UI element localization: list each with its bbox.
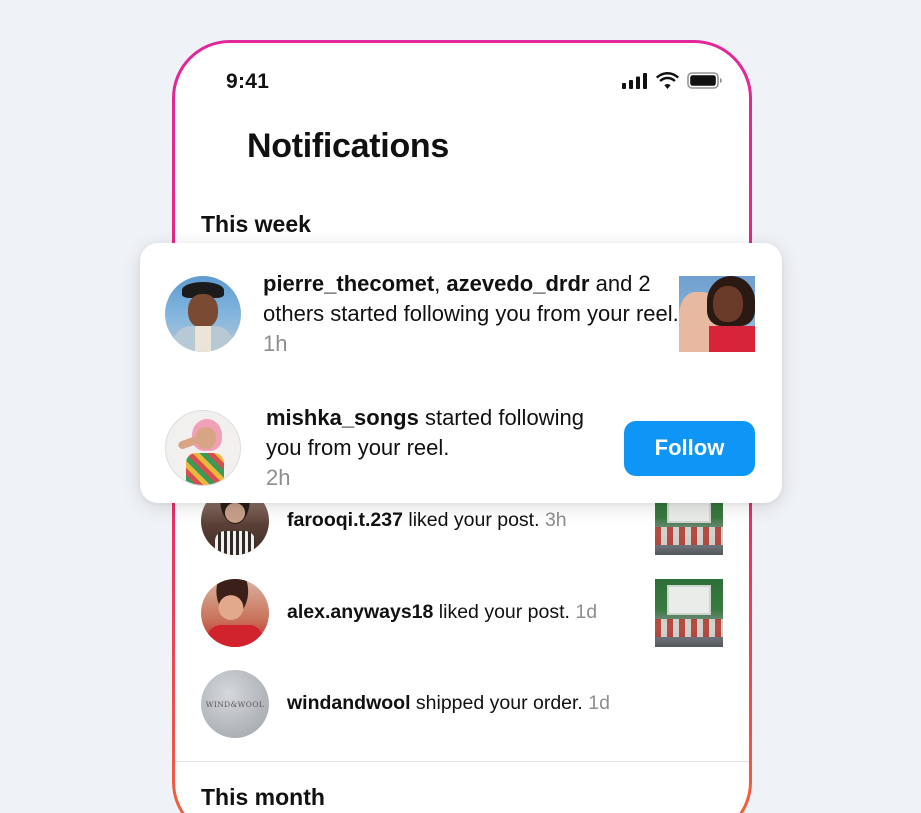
reel-thumbnail[interactable] bbox=[679, 276, 755, 352]
notification-row[interactable]: mishka_songs started following you from … bbox=[165, 403, 755, 493]
notification-text: pierre_thecomet, azevedo_drdr and 2 othe… bbox=[263, 269, 679, 359]
status-time: 9:41 bbox=[226, 70, 270, 93]
notification-message: liked your post. bbox=[433, 601, 570, 624]
notification-text: mishka_songs started following you from … bbox=[266, 403, 624, 493]
notification-row[interactable]: WIND&WOOL windandwool shipped your order… bbox=[201, 670, 723, 738]
wifi-icon bbox=[656, 72, 679, 89]
section-title-this-month: This month bbox=[201, 784, 325, 810]
username[interactable]: farooqi.t.237 bbox=[287, 509, 403, 531]
notification-message: shipped your order. bbox=[410, 692, 583, 715]
separator: , bbox=[434, 271, 447, 296]
post-thumbnail[interactable] bbox=[655, 579, 723, 647]
section-title-this-week: This week bbox=[201, 211, 311, 237]
timestamp: 3h bbox=[544, 509, 567, 532]
username[interactable]: windandwool bbox=[287, 692, 410, 714]
username[interactable]: mishka_songs bbox=[266, 405, 419, 430]
avatar[interactable] bbox=[201, 579, 269, 647]
battery-icon bbox=[687, 72, 722, 89]
avatar[interactable]: WIND&WOOL bbox=[201, 670, 269, 738]
notification-row[interactable]: pierre_thecomet, azevedo_drdr and 2 othe… bbox=[165, 269, 755, 359]
page-title: Notifications bbox=[247, 127, 449, 165]
username[interactable]: alex.anyways18 bbox=[287, 601, 433, 623]
username[interactable]: pierre_thecomet bbox=[263, 271, 434, 296]
signal-icon bbox=[622, 72, 647, 89]
status-icons bbox=[622, 72, 723, 89]
section-divider bbox=[175, 761, 749, 762]
avatar[interactable] bbox=[165, 410, 241, 486]
timestamp: 1d bbox=[575, 601, 598, 624]
notification-text: windandwool shipped your order. 1d bbox=[287, 691, 723, 716]
timestamp: 1h bbox=[263, 331, 288, 356]
timestamp: 2h bbox=[266, 465, 291, 490]
username[interactable]: azevedo_drdr bbox=[446, 271, 589, 296]
avatar-brand-text: WIND&WOOL bbox=[205, 699, 265, 709]
notification-row[interactable]: alex.anyways18 liked your post. 1d bbox=[201, 579, 723, 647]
follow-button[interactable]: Follow bbox=[624, 420, 755, 476]
notification-text: farooqi.t.237 liked your post. 3h bbox=[287, 508, 655, 533]
notification-text: alex.anyways18 liked your post. 1d bbox=[287, 600, 655, 625]
highlighted-notifications-card: pierre_thecomet, azevedo_drdr and 2 othe… bbox=[140, 243, 782, 503]
avatar[interactable] bbox=[165, 276, 241, 352]
notification-message: liked your post. bbox=[402, 509, 540, 532]
timestamp: 1d bbox=[588, 692, 610, 715]
